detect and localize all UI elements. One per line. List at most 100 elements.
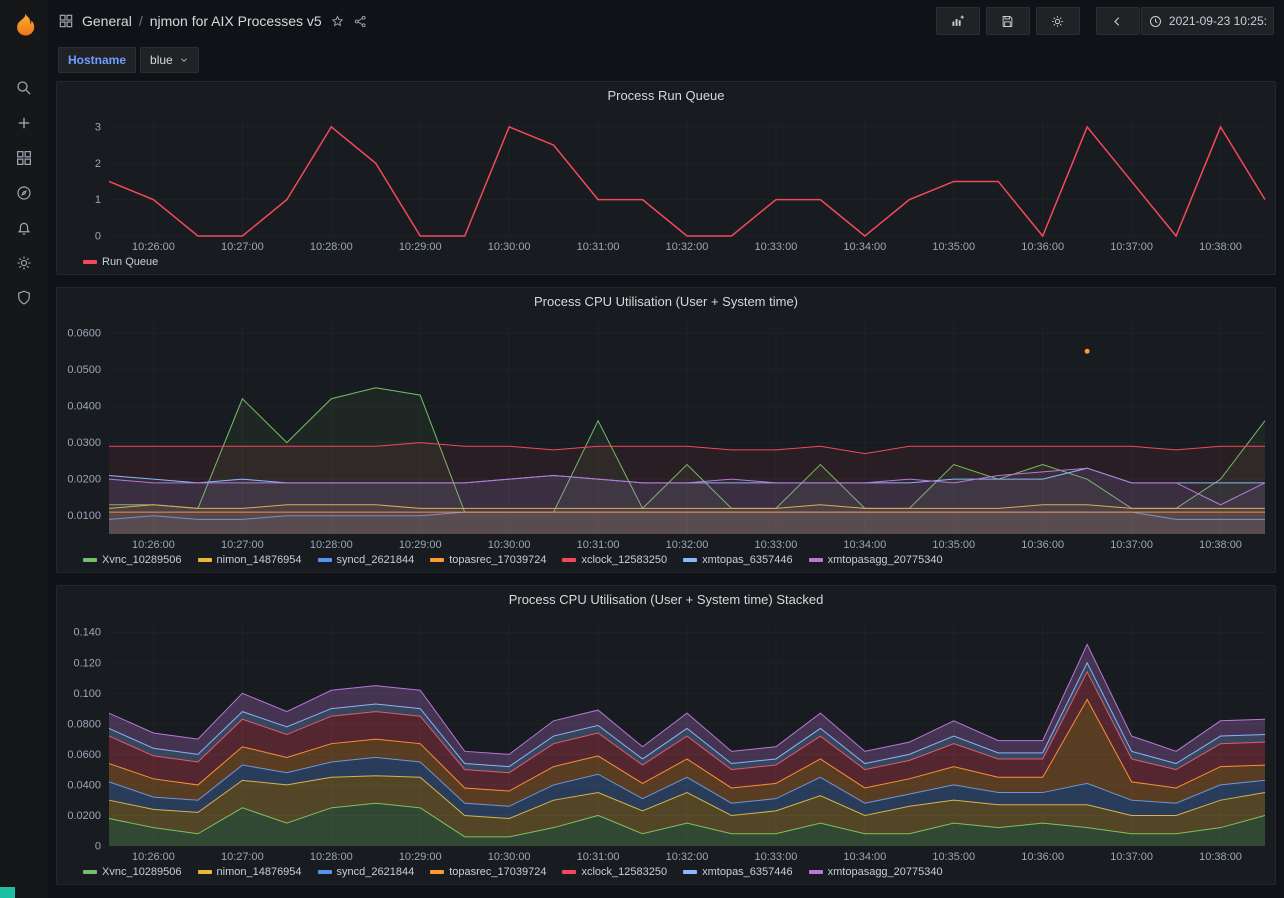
legend-item-xclock_12583250[interactable]: xclock_12583250 xyxy=(562,866,667,878)
legend-swatch xyxy=(430,870,445,874)
legend-item-syncd_2621844[interactable]: syncd_2621844 xyxy=(317,554,415,566)
dashboards-icon xyxy=(17,150,31,165)
dashboard-settings-button[interactable] xyxy=(1035,7,1080,35)
svg-text:0.120: 0.120 xyxy=(73,657,101,669)
svg-text:0.0100: 0.0100 xyxy=(67,510,101,522)
legend-swatch xyxy=(562,870,577,874)
panel-title[interactable]: Process CPU Utilisation (User + System t… xyxy=(57,288,1275,314)
legend-item-xmtopas_6357446[interactable]: xmtopas_6357446 xyxy=(683,866,793,878)
legend-swatch xyxy=(808,558,823,562)
svg-text:10:28:00: 10:28:00 xyxy=(310,539,353,551)
sidebar-item-search[interactable] xyxy=(0,70,48,105)
legend-item-xmtopasagg_20775340[interactable]: xmtopasagg_20775340 xyxy=(808,554,943,566)
svg-text:10:30:00: 10:30:00 xyxy=(488,539,531,551)
chart-legend: Xvnc_10289506 nimon_14876954 syncd_2621844… xyxy=(57,552,1275,572)
breadcrumb: General / njmon for AIX Processes v5 xyxy=(82,13,322,29)
legend-item-Run Queue[interactable]: Run Queue xyxy=(83,256,158,268)
sidebar-item-dashboards[interactable] xyxy=(0,140,48,175)
caret-down-icon xyxy=(180,58,187,62)
save-icon xyxy=(1003,15,1013,27)
legend-swatch xyxy=(683,558,698,562)
sidebar-item-explore[interactable] xyxy=(0,175,48,210)
navbar-actions: 2021-09-23 10:25: xyxy=(935,7,1274,35)
sidebar-item-configuration[interactable] xyxy=(0,245,48,280)
svg-text:10:35:00: 10:35:00 xyxy=(932,851,975,863)
sidebar-item-alerting[interactable] xyxy=(0,210,48,245)
svg-text:3: 3 xyxy=(95,121,101,133)
star-dashboard-button[interactable] xyxy=(330,14,345,29)
legend-swatch xyxy=(683,870,698,874)
cpu-utilisation-stacked-chart[interactable]: 0 0.0200 0.0400 0.0600 0.0800 0.100 0.120 0.140… xyxy=(57,612,1275,864)
dashboard-grid-icon xyxy=(58,13,74,29)
legend-item-topasrec_17039724[interactable]: topasrec_17039724 xyxy=(430,866,546,878)
legend-item-syncd_2621844[interactable]: syncd_2621844 xyxy=(317,866,415,878)
sidebar-item-create[interactable] xyxy=(0,105,48,140)
legend-item-xmtopas_6357446[interactable]: xmtopas_6357446 xyxy=(683,554,793,566)
svg-text:10:26:00: 10:26:00 xyxy=(132,241,175,253)
svg-text:10:30:00: 10:30:00 xyxy=(488,241,531,253)
svg-text:0: 0 xyxy=(95,231,101,243)
variable-value-dropdown[interactable]: blue xyxy=(140,47,199,73)
legend-label: xmtopasagg_20775340 xyxy=(827,554,943,566)
breadcrumb-section[interactable]: General xyxy=(82,13,132,29)
gear-icon xyxy=(1052,15,1064,27)
svg-text:0.0400: 0.0400 xyxy=(67,401,101,413)
legend-swatch xyxy=(430,558,445,562)
svg-text:0.0600: 0.0600 xyxy=(67,327,101,339)
legend-item-Xvnc_10289506[interactable]: Xvnc_10289506 xyxy=(83,554,182,566)
svg-text:1: 1 xyxy=(95,194,101,206)
svg-text:0: 0 xyxy=(95,841,101,853)
svg-text:10:38:00: 10:38:00 xyxy=(1199,241,1242,253)
legend-swatch xyxy=(808,870,823,874)
svg-text:10:29:00: 10:29:00 xyxy=(399,241,442,253)
legend-label: xmtopasagg_20775340 xyxy=(827,866,943,878)
dashboard-submenu: Hostname blue xyxy=(48,42,1284,81)
legend-label: topasrec_17039724 xyxy=(449,866,547,878)
legend-item-xclock_12583250[interactable]: xclock_12583250 xyxy=(562,554,667,566)
time-range-text: 2021-09-23 10:25: xyxy=(1168,14,1267,28)
cpu-utilisation-chart[interactable]: 0.0100 0.0200 0.0300 0.0400 0.0500 0.0600 10:2… xyxy=(57,314,1275,552)
svg-text:10:26:00: 10:26:00 xyxy=(132,539,175,551)
legend-item-topasrec_17039724[interactable]: topasrec_17039724 xyxy=(430,554,546,566)
grafana-app: General / njmon for AIX Processes v5 202… xyxy=(0,0,1284,898)
legend-label: topasrec_17039724 xyxy=(449,554,547,566)
legend-item-Xvnc_10289506[interactable]: Xvnc_10289506 xyxy=(83,866,182,878)
legend-label: Run Queue xyxy=(102,256,159,268)
legend-label: Xvnc_10289506 xyxy=(102,554,182,566)
add-panel-button[interactable] xyxy=(935,7,980,35)
panel-title[interactable]: Process Run Queue xyxy=(57,82,1275,108)
legend-label: syncd_2621844 xyxy=(336,866,415,878)
chart-legend: Xvnc_10289506 nimon_14876954 syncd_2621844… xyxy=(57,864,1275,884)
sidebar-item-server-admin[interactable] xyxy=(0,280,48,315)
run-queue-chart[interactable]: 0 1 2 3 10:26:00 10:27:00 10:28:00 10:29:00 10:3… xyxy=(57,108,1275,254)
svg-text:10:33:00: 10:33:00 xyxy=(755,851,798,863)
legend-label: xmtopas_6357446 xyxy=(702,866,793,878)
svg-text:10:33:00: 10:33:00 xyxy=(755,539,798,551)
svg-text:0.100: 0.100 xyxy=(73,688,101,700)
grafana-logo[interactable] xyxy=(0,4,48,44)
svg-text:10:27:00: 10:27:00 xyxy=(221,241,264,253)
legend-item-xmtopasagg_20775340[interactable]: xmtopasagg_20775340 xyxy=(808,866,943,878)
svg-text:10:31:00: 10:31:00 xyxy=(577,539,620,551)
sidebar-bottom-badge xyxy=(0,887,15,898)
svg-text:10:27:00: 10:27:00 xyxy=(221,851,264,863)
time-picker-button[interactable]: 2021-09-23 10:25: xyxy=(1140,7,1274,35)
top-navbar: General / njmon for AIX Processes v5 202… xyxy=(48,0,1284,42)
svg-text:0.0400: 0.0400 xyxy=(67,779,101,791)
legend-item-nimon_14876954[interactable]: nimon_14876954 xyxy=(197,866,302,878)
save-dashboard-button[interactable] xyxy=(985,7,1030,35)
variable-label-hostname: Hostname xyxy=(58,47,137,73)
share-dashboard-button[interactable] xyxy=(353,14,368,29)
svg-text:10:29:00: 10:29:00 xyxy=(399,539,442,551)
legend-item-nimon_14876954[interactable]: nimon_14876954 xyxy=(197,554,302,566)
time-shift-back-button[interactable] xyxy=(1095,7,1140,35)
svg-text:10:37:00: 10:37:00 xyxy=(1110,851,1153,863)
panel-title[interactable]: Process CPU Utilisation (User + System t… xyxy=(57,586,1275,612)
chevron-left-icon xyxy=(1114,16,1120,26)
grafana-logo-icon xyxy=(17,12,35,36)
variable-value-text: blue xyxy=(150,53,173,67)
legend-label: xclock_12583250 xyxy=(581,554,668,566)
plus-icon xyxy=(18,117,30,128)
legend-label: syncd_2621844 xyxy=(336,554,415,566)
svg-text:10:35:00: 10:35:00 xyxy=(932,241,975,253)
